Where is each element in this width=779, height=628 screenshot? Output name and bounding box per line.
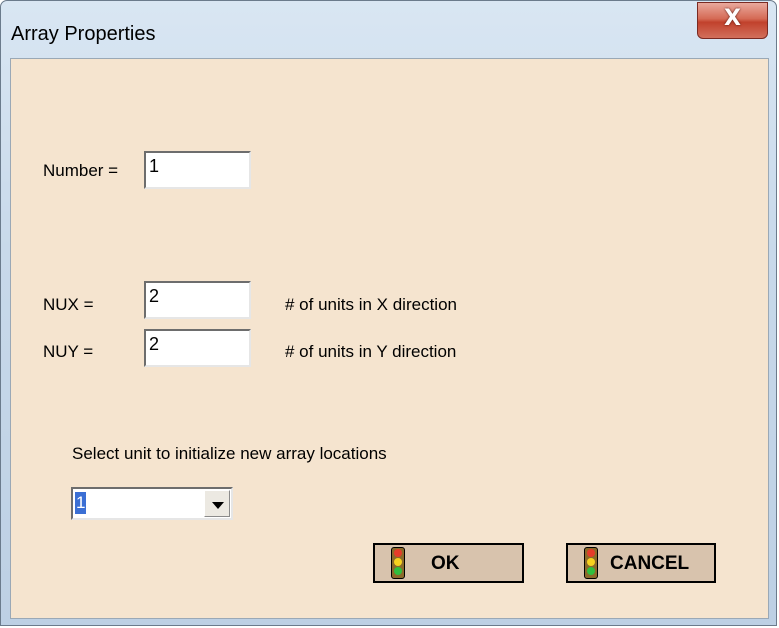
- number-field[interactable]: 1: [144, 151, 251, 189]
- close-button[interactable]: X: [697, 2, 768, 39]
- nux-label: NUX =: [43, 295, 94, 314]
- nux-hint: # of units in X direction: [285, 295, 457, 314]
- number-label: Number =: [43, 161, 119, 180]
- traffic-light-icon: [391, 547, 405, 579]
- nuy-field[interactable]: 2: [144, 329, 251, 367]
- title-bar[interactable]: Array Properties X: [1, 1, 776, 61]
- chevron-down-icon[interactable]: [204, 490, 230, 517]
- ok-button-label: OK: [431, 553, 460, 574]
- traffic-light-icon: [584, 547, 598, 579]
- cancel-button[interactable]: CANCEL: [566, 543, 716, 583]
- dialog-client-area: Number = 1 NUX = 2 # of units in X direc…: [10, 58, 769, 619]
- nux-field[interactable]: 2: [144, 281, 251, 319]
- window-title: Array Properties: [11, 23, 156, 45]
- ok-button[interactable]: OK: [373, 543, 524, 583]
- select-unit-label: Select unit to initialize new array loca…: [72, 444, 387, 463]
- unit-select-value: 1: [75, 492, 87, 514]
- dialog-window: Array Properties X Number = 1 NUX = 2 # …: [0, 0, 777, 626]
- nuy-hint: # of units in Y direction: [285, 342, 457, 361]
- unit-select[interactable]: 1: [71, 487, 233, 520]
- cancel-button-label: CANCEL: [610, 553, 690, 574]
- nuy-label: NUY =: [43, 342, 94, 361]
- close-icon: X: [724, 6, 741, 31]
